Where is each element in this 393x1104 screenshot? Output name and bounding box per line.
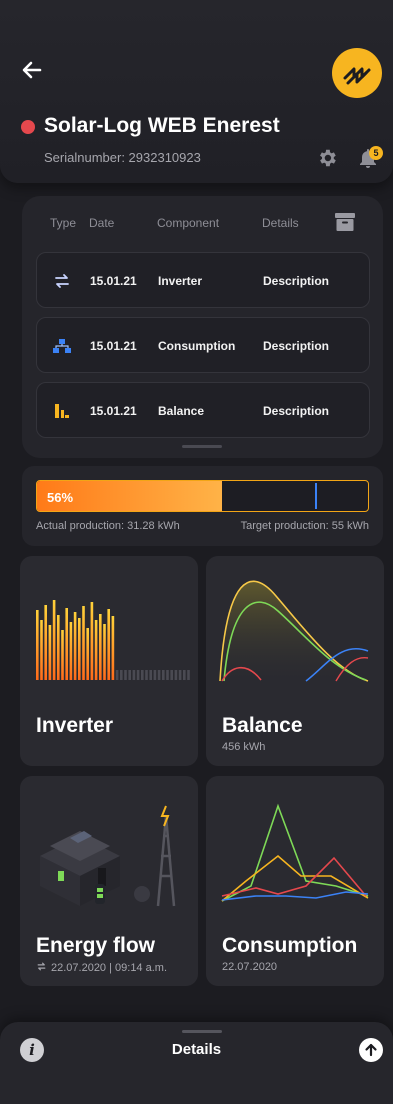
event-row[interactable]: 15.01.21 Balance Description bbox=[36, 382, 370, 438]
event-component: Inverter bbox=[158, 274, 203, 288]
tile-subtitle: 456 kWh bbox=[222, 741, 266, 753]
archive-icon[interactable] bbox=[335, 213, 355, 231]
inverter-bar-empty bbox=[115, 670, 119, 680]
bar-chart-icon bbox=[51, 400, 73, 422]
consumption-lines-graphic bbox=[221, 803, 369, 902]
energy-flow-tile[interactable]: Energy flow 22.07.2020 | 09:14 a.m. bbox=[20, 776, 198, 986]
house-isometric-graphic bbox=[40, 805, 176, 907]
inverter-bar bbox=[103, 624, 106, 680]
inverter-bar bbox=[90, 602, 94, 680]
notification-badge: 5 bbox=[369, 146, 383, 160]
actual-production: Actual production: 31.28 kWh bbox=[36, 520, 180, 532]
inverter-bar bbox=[65, 608, 68, 680]
column-header-type: Type bbox=[50, 216, 77, 230]
event-date: 15.01.21 bbox=[90, 404, 137, 418]
tile-subtitle-row: 22.07.2020 | 09:14 a.m. bbox=[36, 961, 167, 974]
event-row[interactable]: 15.01.21 Inverter Description bbox=[36, 252, 370, 308]
event-details: Description bbox=[263, 274, 330, 288]
inverter-bar-empty bbox=[178, 670, 182, 680]
tile-subtitle: 22.07.2020 bbox=[222, 961, 278, 973]
swap-arrows-icon bbox=[51, 270, 73, 292]
column-header-component: Component bbox=[157, 216, 220, 230]
inverter-bar bbox=[40, 620, 43, 680]
energy-flow-timestamp: 22.07.2020 | 09:14 a.m. bbox=[51, 962, 167, 974]
back-arrow-icon[interactable] bbox=[20, 58, 44, 82]
brand-logo-icon bbox=[332, 48, 382, 98]
inverter-bar bbox=[86, 628, 89, 680]
inverter-bar-empty bbox=[166, 670, 169, 680]
site-header: Solar-Log WEB Enerest Serialnumber: 2932… bbox=[0, 0, 393, 183]
inverter-bar bbox=[73, 612, 77, 680]
inverter-bar bbox=[82, 606, 85, 680]
sheet-drag-handle[interactable] bbox=[182, 1030, 222, 1033]
events-panel: Type Date Component Details 15.01.21 Inv… bbox=[22, 196, 383, 458]
consumption-tile[interactable]: Consumption 22.07.2020 bbox=[206, 776, 384, 986]
inverter-bar bbox=[48, 625, 52, 680]
event-row[interactable]: 15.01.21 Consumption Description bbox=[36, 317, 370, 373]
inverter-bar-empty bbox=[124, 670, 127, 680]
event-component: Balance bbox=[158, 404, 205, 418]
inverter-bar-empty bbox=[128, 670, 131, 680]
balance-tile[interactable]: Balance 456 kWh bbox=[206, 556, 384, 766]
inverter-bar bbox=[78, 618, 81, 680]
tile-title: Consumption bbox=[222, 934, 358, 957]
column-header-date: Date bbox=[89, 216, 115, 230]
production-percent: 56% bbox=[47, 490, 74, 505]
inverter-bar bbox=[94, 620, 98, 680]
production-progress-bar: 56% bbox=[36, 480, 369, 512]
inverter-bar bbox=[61, 630, 64, 680]
inverter-bar-empty bbox=[157, 670, 161, 680]
serial-number: Serialnumber: 2932310923 bbox=[44, 150, 201, 165]
production-card: 56% Actual production: 31.28 kWh Target … bbox=[22, 466, 383, 546]
inverter-bar-empty bbox=[132, 670, 136, 680]
inverter-bars-graphic bbox=[36, 600, 190, 680]
status-indicator bbox=[21, 120, 35, 134]
inverter-bar-empty bbox=[162, 670, 165, 680]
balance-curves-graphic bbox=[219, 580, 369, 682]
details-bottom-sheet[interactable]: i Details bbox=[0, 1022, 393, 1104]
inverter-bar-empty bbox=[141, 670, 144, 680]
inverter-bar bbox=[99, 614, 102, 680]
inverter-bar bbox=[69, 622, 73, 680]
arrow-up-icon[interactable] bbox=[359, 1038, 383, 1062]
inverter-bar-empty bbox=[187, 670, 190, 680]
tile-title: Energy flow bbox=[36, 934, 156, 957]
inverter-tile[interactable]: Inverter bbox=[20, 556, 198, 766]
tile-title: Balance bbox=[222, 714, 303, 737]
inverter-bar bbox=[107, 609, 110, 680]
gear-icon[interactable] bbox=[316, 147, 338, 169]
column-header-details: Details bbox=[262, 216, 299, 230]
details-label[interactable]: Details bbox=[0, 1041, 393, 1058]
site-title: Solar-Log WEB Enerest bbox=[44, 114, 280, 137]
inverter-bar-empty bbox=[153, 670, 157, 680]
event-component: Consumption bbox=[158, 339, 236, 353]
network-icon bbox=[51, 335, 73, 357]
target-production: Target production: 55 kWh bbox=[240, 520, 369, 532]
inverter-bar-empty bbox=[183, 670, 186, 680]
swap-arrows-icon bbox=[37, 962, 46, 971]
inverter-bar-empty bbox=[170, 670, 173, 680]
inverter-bar bbox=[36, 610, 39, 680]
inverter-bar-empty bbox=[120, 670, 123, 680]
inverter-bar-empty bbox=[136, 670, 140, 680]
inverter-bar bbox=[57, 615, 60, 680]
tile-title: Inverter bbox=[36, 714, 114, 737]
event-details: Description bbox=[263, 339, 330, 353]
event-date: 15.01.21 bbox=[90, 274, 137, 288]
inverter-bar-empty bbox=[174, 670, 178, 680]
event-date: 15.01.21 bbox=[90, 339, 137, 353]
inverter-bar bbox=[111, 616, 115, 680]
inverter-bar-empty bbox=[145, 670, 148, 680]
target-marker bbox=[315, 483, 317, 509]
inverter-bar-empty bbox=[149, 670, 152, 680]
inverter-bar bbox=[44, 605, 47, 680]
event-details: Description bbox=[263, 404, 330, 418]
inverter-bar bbox=[52, 600, 56, 680]
panel-drag-handle[interactable] bbox=[182, 445, 222, 448]
